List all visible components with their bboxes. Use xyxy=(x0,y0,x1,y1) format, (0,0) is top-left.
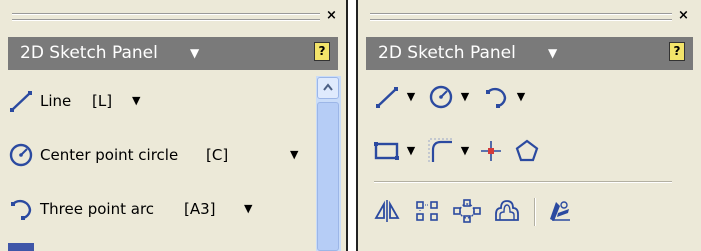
panel-menu-caret-icon[interactable]: ▼ xyxy=(190,43,199,63)
line-icon xyxy=(10,91,32,112)
rectangular-pattern-tool-button[interactable] xyxy=(410,196,444,226)
tool-item-partial[interactable] xyxy=(8,241,308,251)
line-dropdown-arrow-icon[interactable]: ▼ xyxy=(404,82,418,112)
panel-header: 2D Sketch Panel ▼ ? xyxy=(366,37,693,70)
panel-title[interactable]: 2D Sketch Panel xyxy=(20,43,158,63)
tool-item-center-point-circle[interactable]: Center point circle [C] ▼ xyxy=(8,138,308,172)
drag-grip-line xyxy=(370,19,672,21)
three-point-arc-icon xyxy=(486,87,507,108)
circular-pattern-tool-button[interactable] xyxy=(450,196,484,226)
scroll-up-arrow-icon xyxy=(323,83,333,91)
tool-item-label: Three point arc xyxy=(40,200,155,218)
arc-dropdown-arrow-icon[interactable]: ▼ xyxy=(514,82,528,112)
fillet-tool-button[interactable] xyxy=(424,136,458,166)
fillet-dropdown-arrow-icon[interactable]: ▼ xyxy=(458,136,472,166)
help-button[interactable]: ? xyxy=(314,42,330,61)
panel-titlebar[interactable]: × xyxy=(0,0,346,34)
help-button[interactable]: ? xyxy=(669,42,685,61)
drag-grip-line xyxy=(12,19,320,21)
three-point-arc-icon xyxy=(11,199,32,220)
tool-item-shortcut: [C] xyxy=(206,146,229,164)
panel-titlebar[interactable]: × xyxy=(358,0,701,34)
tool-item-shortcut: [A3] xyxy=(184,200,216,218)
drag-grip-line xyxy=(12,13,320,15)
offset-tool-button[interactable] xyxy=(490,196,524,226)
tool-item-three-point-arc[interactable]: Three point arc [A3] ▼ xyxy=(8,192,308,226)
polygon-tool-button[interactable] xyxy=(510,136,544,166)
center-point-circle-icon xyxy=(429,85,453,109)
panel-title[interactable]: 2D Sketch Panel xyxy=(378,43,516,63)
polygon-icon xyxy=(515,139,539,162)
scroll-up-button[interactable] xyxy=(317,77,339,99)
edit-coordinate-system-tool-button[interactable] xyxy=(542,196,576,226)
circular-pattern-icon xyxy=(453,199,481,223)
offset-icon xyxy=(495,200,519,221)
edit-coordinate-system-icon xyxy=(550,201,570,221)
three-point-arc-tool-button[interactable] xyxy=(480,82,514,112)
rectangle-dropdown-arrow-icon[interactable]: ▼ xyxy=(404,136,418,166)
rectangular-pattern-icon xyxy=(416,201,438,221)
sketch-panel-list-view: × 2D Sketch Panel ▼ ? Line [L] ▼ Center … xyxy=(0,0,348,251)
tool-item-label: Line xyxy=(40,92,72,110)
mirror-tool-button[interactable] xyxy=(370,196,404,226)
sketch-panel-icon-view: × 2D Sketch Panel ▼ ? ▼ ▼ ▼ ▼ ▼ xyxy=(356,0,701,251)
toolbar-separator xyxy=(374,181,672,183)
drag-grip-line xyxy=(370,13,672,15)
line-tool-button[interactable] xyxy=(370,82,404,112)
arc-dropdown-arrow-icon[interactable]: ▼ xyxy=(244,200,252,218)
line-dropdown-arrow-icon[interactable]: ▼ xyxy=(132,92,140,110)
center-point-circle-tool-button[interactable] xyxy=(424,82,458,112)
two-point-rectangle-tool-button[interactable] xyxy=(370,136,404,166)
point-center-point-icon xyxy=(481,141,501,161)
tool-item-shortcut: [L] xyxy=(92,92,113,110)
close-button[interactable]: × xyxy=(678,8,689,24)
vertical-scrollbar[interactable] xyxy=(316,76,341,251)
two-point-rectangle-icon xyxy=(374,142,399,160)
mirror-icon xyxy=(374,200,400,222)
close-button[interactable]: × xyxy=(326,8,337,24)
circle-dropdown-arrow-icon[interactable]: ▼ xyxy=(290,146,298,164)
line-icon xyxy=(376,87,398,108)
toolbar-separator xyxy=(534,198,536,226)
panel-menu-caret-icon[interactable]: ▼ xyxy=(548,43,557,63)
rectangle-icon xyxy=(8,243,34,251)
fillet-icon xyxy=(428,138,452,162)
circle-dropdown-arrow-icon[interactable]: ▼ xyxy=(458,82,472,112)
tool-item-line[interactable]: Line [L] ▼ xyxy=(8,84,308,118)
point-center-point-tool-button[interactable] xyxy=(474,136,508,166)
panel-header: 2D Sketch Panel ▼ ? xyxy=(8,37,338,70)
tool-item-label: Center point circle xyxy=(40,146,179,164)
center-point-circle-icon xyxy=(9,143,33,167)
scroll-thumb[interactable] xyxy=(317,102,339,251)
